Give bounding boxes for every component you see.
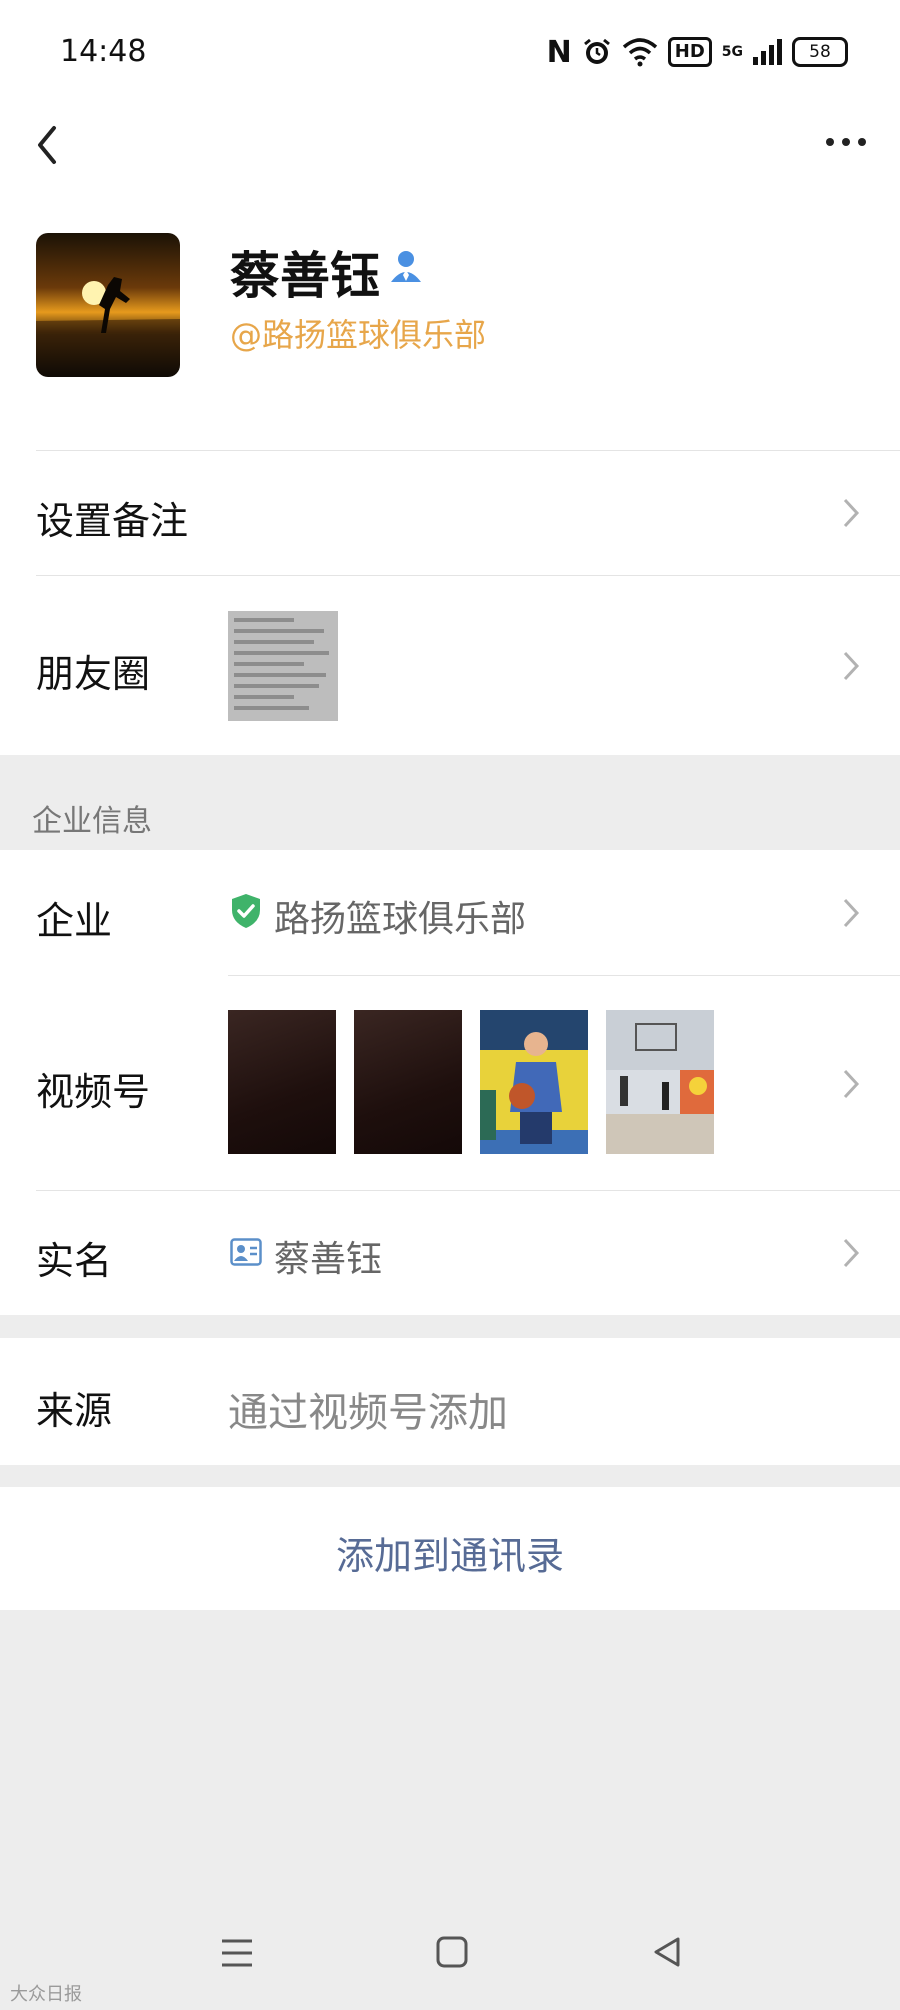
status-icons: N HD 5G 58 <box>547 30 848 74</box>
source-row: 来源 通过视频号添加 <box>0 1338 900 1465</box>
add-to-contacts-label[interactable]: 添加到通讯录 <box>0 1525 900 1580</box>
realname-row[interactable]: 实名 蔡善钰 <box>0 1190 900 1315</box>
video-thumbnail-art <box>606 1010 714 1154</box>
company-label: 企业 <box>36 899 113 943</box>
video-thumbnail-art <box>480 1010 588 1154</box>
channel-video-thumbnail[interactable] <box>480 1010 588 1154</box>
channels-label: 视频号 <box>36 1070 151 1114</box>
moments-thumbnail[interactable] <box>228 611 338 721</box>
shield-check-icon <box>232 894 260 928</box>
top-navigation-bar <box>0 100 900 200</box>
channel-video-thumbnail[interactable] <box>606 1010 714 1154</box>
menu-icon[interactable] <box>220 1938 254 1968</box>
contact-name: 蔡善钰 <box>230 247 380 305</box>
set-remark-row[interactable]: 设置备注 <box>0 450 900 575</box>
channel-video-thumbnail[interactable] <box>228 1010 336 1154</box>
back-arrow-icon[interactable] <box>30 120 70 170</box>
chevron-right-icon <box>843 498 860 528</box>
enterprise-section-title: 企业信息 <box>32 804 152 839</box>
channel-video-thumbnail[interactable] <box>354 1010 462 1154</box>
corp-tag[interactable]: @路扬篮球俱乐部 <box>230 310 486 356</box>
moments-row[interactable]: 朋友圈 <box>0 575 900 755</box>
company-value: 路扬篮球俱乐部 <box>274 899 527 940</box>
hd-icon: HD <box>667 37 712 67</box>
wifi-icon <box>622 38 657 67</box>
more-icon[interactable] <box>826 130 870 154</box>
chevron-right-icon <box>843 1069 860 1099</box>
chevron-right-icon <box>843 651 860 681</box>
avatar[interactable] <box>36 233 180 377</box>
person-verified-icon <box>391 251 421 282</box>
moments-label: 朋友圈 <box>36 652 151 696</box>
source-value: 通过视频号添加 <box>228 1390 508 1436</box>
network-type: 5G <box>721 44 743 60</box>
realname-label: 实名 <box>36 1239 113 1283</box>
avatar-silhouette <box>36 277 180 333</box>
chevron-right-icon <box>843 1238 860 1268</box>
alarm-icon <box>583 38 610 64</box>
home-icon[interactable] <box>436 1936 468 1968</box>
signal-icon <box>753 39 782 65</box>
watermark: 大众日报 <box>10 1984 82 2005</box>
set-remark-label: 设置备注 <box>36 499 189 543</box>
battery-icon: 58 <box>792 37 848 67</box>
company-row[interactable]: 企业 路扬篮球俱乐部 <box>0 850 900 975</box>
source-label: 来源 <box>36 1389 113 1433</box>
id-card-icon <box>230 1238 262 1266</box>
back-triangle-icon[interactable] <box>652 1936 682 1968</box>
realname-value: 蔡善钰 <box>274 1239 383 1280</box>
nfc-icon: N <box>546 34 572 70</box>
status-time: 14:48 <box>60 34 147 69</box>
chevron-right-icon <box>843 898 860 928</box>
